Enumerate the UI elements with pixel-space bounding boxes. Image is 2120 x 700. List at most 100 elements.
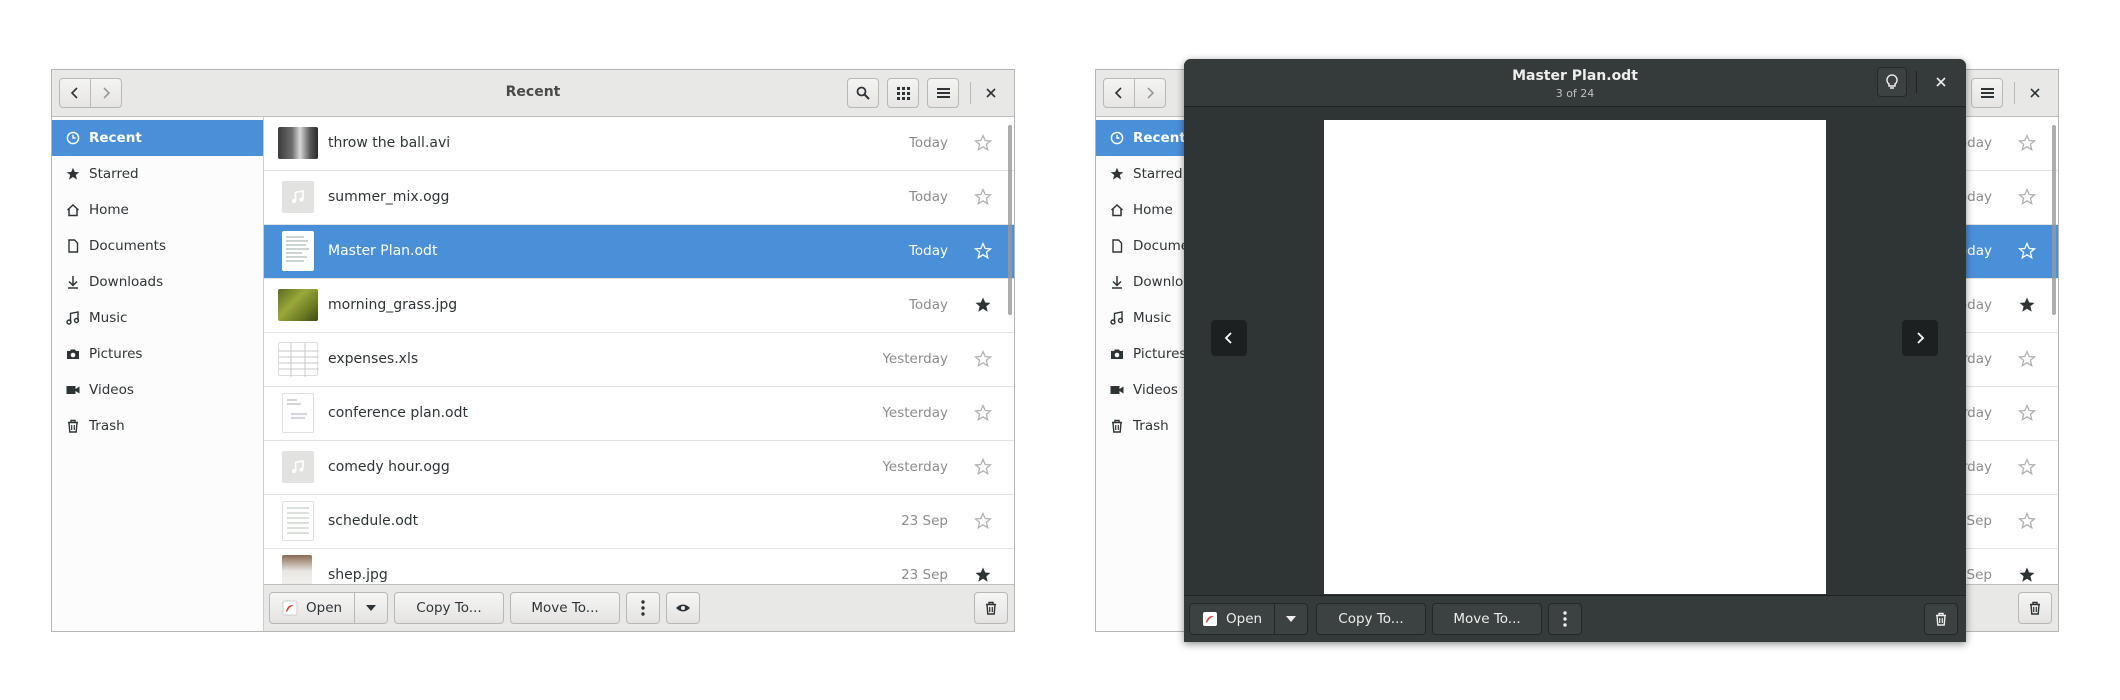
file-row[interactable]: schedule.odt 23 Sep	[264, 495, 1014, 549]
sidebar-item-downloads[interactable]: Downloads	[52, 264, 263, 300]
header-bar: Recent	[52, 70, 1014, 117]
open-with-dropdown[interactable]	[354, 592, 388, 624]
star-icon	[66, 167, 80, 181]
menu-button[interactable]	[927, 78, 959, 108]
file-row[interactable]: comedy hour.ogg Yesterday	[264, 441, 1014, 495]
spreadsheet-thumbnail	[278, 342, 319, 377]
preview-move-to-button[interactable]: Move To...	[1432, 603, 1542, 635]
sidebar-item-recent[interactable]: Recent	[52, 120, 263, 156]
open-hint-button[interactable]	[1877, 67, 1907, 97]
file-date: Yesterday	[882, 405, 948, 421]
close-button[interactable]	[2021, 79, 2049, 107]
app-icon	[1203, 612, 1217, 626]
preview-header: Master Plan.odt 3 of 24	[1184, 59, 1966, 107]
star-outline-icon[interactable]	[2018, 134, 2036, 152]
file-row[interactable]: expenses.xls Yesterday	[264, 333, 1014, 387]
preview-copy-to-button[interactable]: Copy To...	[1316, 603, 1426, 635]
file-row[interactable]: conference plan.odt Yesterday	[264, 387, 1014, 441]
star-outline-icon[interactable]	[2018, 242, 2036, 260]
file-preview: Master Plan.odt 3 of 24 Open Copy To... …	[1184, 59, 1966, 642]
delete-button[interactable]	[2018, 592, 2052, 624]
star-outline-icon[interactable]	[974, 404, 992, 422]
preview-delete-button[interactable]	[1924, 603, 1958, 635]
sidebar-item-trash[interactable]: Trash	[52, 408, 263, 444]
header-separator	[970, 82, 971, 104]
star-outline-icon[interactable]	[974, 134, 992, 152]
star-outline-icon[interactable]	[974, 242, 992, 260]
file-date: rday	[1961, 351, 1992, 367]
file-name: comedy hour.ogg	[328, 459, 450, 475]
preview-action-bar: Open Copy To... Move To...	[1184, 595, 1966, 642]
delete-button[interactable]	[974, 592, 1008, 624]
sidebar-item-label: Music	[1133, 310, 1172, 326]
chevron-right-icon	[1917, 332, 1925, 344]
sidebar-item-videos[interactable]: Videos	[52, 372, 263, 408]
star-outline-icon[interactable]	[974, 458, 992, 476]
preview-open-button[interactable]: Open	[1189, 603, 1275, 635]
sidebar-item-pictures[interactable]: Pictures	[52, 336, 263, 372]
document-icon	[1110, 239, 1124, 253]
file-row[interactable]: throw the ball.avi Today	[264, 117, 1014, 171]
move-to-button[interactable]: Move To...	[510, 592, 620, 624]
previous-file-button[interactable]	[1211, 320, 1247, 356]
preview-close-button[interactable]	[1927, 68, 1955, 96]
sidebar-item-label: Videos	[89, 382, 134, 398]
audio-thumbnail	[282, 451, 314, 483]
sidebar-item-label: Videos	[1133, 382, 1178, 398]
file-row[interactable]: shep.jpg 23 Sep	[264, 549, 1014, 585]
close-icon	[1936, 77, 1946, 87]
close-button[interactable]	[977, 79, 1005, 107]
preview-button[interactable]	[666, 592, 700, 624]
file-name: morning_grass.jpg	[328, 297, 458, 313]
star-outline-icon[interactable]	[974, 512, 992, 530]
next-file-button[interactable]	[1902, 320, 1938, 356]
preview-more-actions-button[interactable]	[1548, 603, 1582, 635]
star-outline-icon[interactable]	[974, 350, 992, 368]
star-filled-icon[interactable]	[2018, 566, 2036, 584]
grid-view-button[interactable]	[887, 78, 919, 108]
star-filled-icon[interactable]	[2018, 296, 2036, 314]
star-outline-icon[interactable]	[2018, 350, 2036, 368]
sidebar-item-home[interactable]: Home	[52, 192, 263, 228]
header-separator	[1916, 71, 1917, 93]
star-outline-icon[interactable]	[2018, 458, 2036, 476]
star-outline-icon[interactable]	[974, 188, 992, 206]
menu-button[interactable]	[1971, 78, 2003, 108]
star-outline-icon[interactable]	[2018, 188, 2036, 206]
preview-counter: 3 of 24	[1555, 87, 1595, 100]
clock-icon	[1110, 131, 1124, 145]
header-separator	[2014, 82, 2015, 104]
star-outline-icon[interactable]	[2018, 404, 2036, 422]
open-button[interactable]: Open	[269, 592, 355, 624]
video-icon	[66, 383, 80, 397]
file-row-selected[interactable]: Master Plan.odt Today	[264, 125, 1014, 315]
file-list[interactable]: throw the ball.avi Today summer_mix.ogg …	[264, 117, 1014, 585]
chevron-left-icon	[1114, 87, 1122, 99]
download-icon	[66, 275, 80, 289]
back-button[interactable]	[1103, 78, 1135, 108]
sidebar-item-documents[interactable]: Documents	[52, 228, 263, 264]
copy-to-button[interactable]: Copy To...	[394, 592, 504, 624]
chevron-right-icon	[1147, 87, 1155, 99]
file-name: schedule.odt	[328, 513, 419, 529]
star-filled-icon[interactable]	[974, 296, 992, 314]
preview-open-with-dropdown[interactable]	[1274, 603, 1308, 635]
search-button[interactable]	[847, 78, 879, 108]
sidebar-item-music[interactable]: Music	[52, 300, 263, 336]
sidebar-item-label: Recent	[89, 130, 142, 146]
document-icon	[66, 239, 80, 253]
more-actions-button[interactable]	[626, 592, 660, 624]
document-thumbnail	[282, 501, 314, 541]
sidebar-item-label: Starred	[89, 166, 139, 182]
sidebar-item-label: Home	[1133, 202, 1173, 218]
home-icon	[1110, 203, 1124, 217]
file-date: Today	[908, 243, 948, 259]
close-icon	[986, 88, 996, 98]
star-outline-icon[interactable]	[2018, 512, 2036, 530]
sidebar-item-starred[interactable]: Starred	[52, 156, 263, 192]
forward-button[interactable]	[1134, 78, 1166, 108]
sidebar-item-label: Pictures	[89, 346, 143, 362]
star-filled-icon[interactable]	[974, 566, 992, 584]
file-row[interactable]: summer_mix.ogg Today	[264, 171, 1014, 225]
file-row[interactable]: morning_grass.jpg Today	[264, 279, 1014, 333]
